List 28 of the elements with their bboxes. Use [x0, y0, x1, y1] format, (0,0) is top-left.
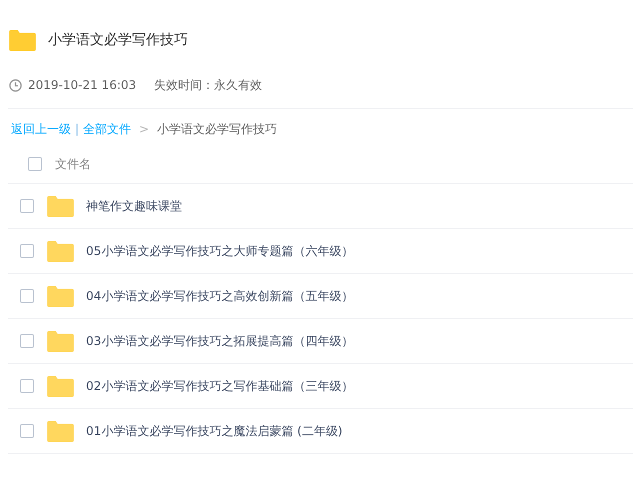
- share-time: 2019-10-21 16:03: [28, 78, 136, 92]
- folder-name[interactable]: 02小学语文必学写作技巧之写作基础篇（三年级）: [86, 378, 354, 394]
- folder-name[interactable]: 03小学语文必学写作技巧之拓展提高篇（四年级）: [86, 332, 354, 350]
- current-folder: 小学语文必学写作技巧: [157, 120, 278, 138]
- breadcrumb-arrow: >: [139, 122, 150, 136]
- folder-icon: [47, 240, 74, 262]
- folder-name[interactable]: 05小学语文必学写作技巧之大师专题篇（六年级）: [86, 242, 354, 260]
- checkbox[interactable]: [20, 199, 34, 213]
- column-header: 文件名: [55, 156, 91, 172]
- folder-icon: [47, 330, 74, 352]
- checkbox[interactable]: [20, 424, 34, 438]
- breadcrumb-divider: |: [75, 122, 80, 136]
- checkbox[interactable]: [28, 157, 42, 171]
- folder-icon: [47, 286, 74, 306]
- folder-icon: [47, 420, 74, 442]
- expiry-text: 失效时间：永久有效: [154, 76, 262, 94]
- checkbox[interactable]: [20, 334, 34, 348]
- folder-icon: [47, 376, 74, 396]
- checkbox[interactable]: [20, 244, 34, 258]
- folder-icon: [47, 196, 74, 216]
- folder-title: 小学语文必学写作技巧: [48, 31, 188, 49]
- folder-name[interactable]: 04小学语文必学写作技巧之高效创新篇（五年级）: [86, 288, 354, 304]
- folder-icon: [9, 30, 36, 50]
- checkbox[interactable]: [20, 379, 34, 393]
- folder-name[interactable]: 01小学语文必学写作技巧之魔法启蒙篇 (二年级): [86, 422, 342, 440]
- clock-icon: [9, 78, 22, 92]
- folder-name[interactable]: 神笔作文趣味课堂: [86, 198, 182, 214]
- checkbox[interactable]: [20, 289, 34, 303]
